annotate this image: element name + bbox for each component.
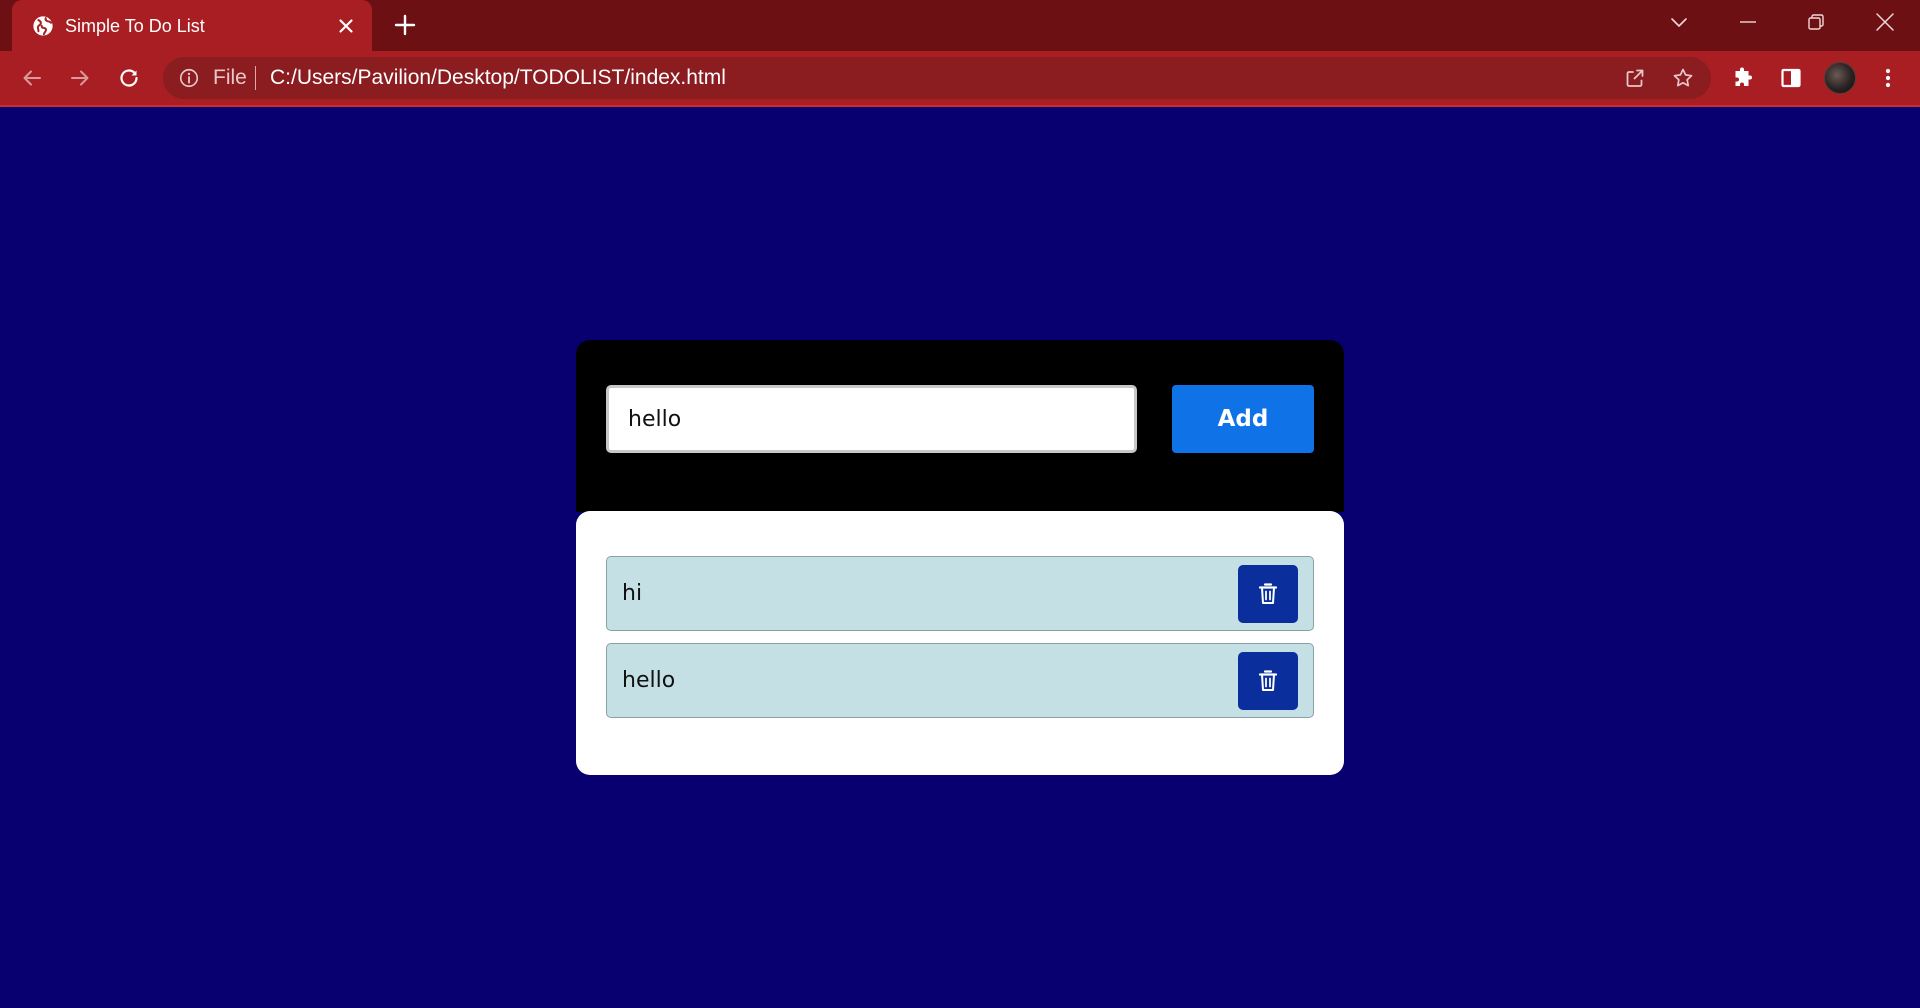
close-icon[interactable] [1873, 10, 1897, 34]
add-button[interactable]: Add [1172, 385, 1314, 453]
delete-button[interactable] [1238, 565, 1298, 623]
tab-close-icon[interactable] [334, 14, 358, 38]
address-url[interactable]: C:/Users/Pavilion/Desktop/TODOLIST/index… [270, 67, 726, 89]
delete-button[interactable] [1238, 652, 1298, 710]
share-icon[interactable] [1623, 66, 1647, 90]
trash-icon [1258, 670, 1278, 691]
side-panel-icon[interactable] [1779, 66, 1803, 90]
browser-tab[interactable]: Simple To Do List [12, 0, 372, 51]
todo-item-text: hi [622, 581, 643, 606]
address-scheme-label: File [213, 66, 247, 89]
kebab-menu-icon[interactable] [1876, 66, 1900, 90]
trash-icon [1258, 583, 1278, 604]
todo-list-section: hi hello [576, 511, 1344, 775]
avatar[interactable] [1824, 62, 1856, 94]
back-arrow-icon[interactable] [20, 66, 44, 90]
forward-arrow-icon[interactable] [68, 66, 92, 90]
address-divider [255, 66, 256, 90]
page-viewport: Add hi hello [0, 107, 1920, 1008]
minimize-icon[interactable] [1736, 10, 1760, 34]
chevron-down-icon[interactable] [1667, 10, 1691, 34]
todo-input-section: Add [576, 340, 1344, 512]
todo-input[interactable] [606, 385, 1137, 453]
todo-card: Add hi hello [576, 340, 1344, 775]
address-bar[interactable]: File C:/Users/Pavilion/Desktop/TODOLIST/… [163, 57, 1711, 99]
star-icon[interactable] [1671, 66, 1695, 90]
globe-icon [33, 16, 53, 36]
todo-list: hi hello [606, 556, 1314, 730]
new-tab-icon[interactable] [393, 13, 417, 37]
browser-titlebar: Simple To Do List [0, 0, 1920, 51]
restore-icon[interactable] [1804, 10, 1828, 34]
browser-toolbar: File C:/Users/Pavilion/Desktop/TODOLIST/… [0, 51, 1920, 105]
todo-item: hi [606, 556, 1314, 631]
info-icon[interactable] [178, 67, 200, 89]
todo-item-text: hello [622, 668, 676, 693]
puzzle-icon[interactable] [1731, 66, 1755, 90]
todo-item: hello [606, 643, 1314, 718]
reload-icon[interactable] [117, 66, 141, 90]
tab-title: Simple To Do List [65, 16, 205, 36]
